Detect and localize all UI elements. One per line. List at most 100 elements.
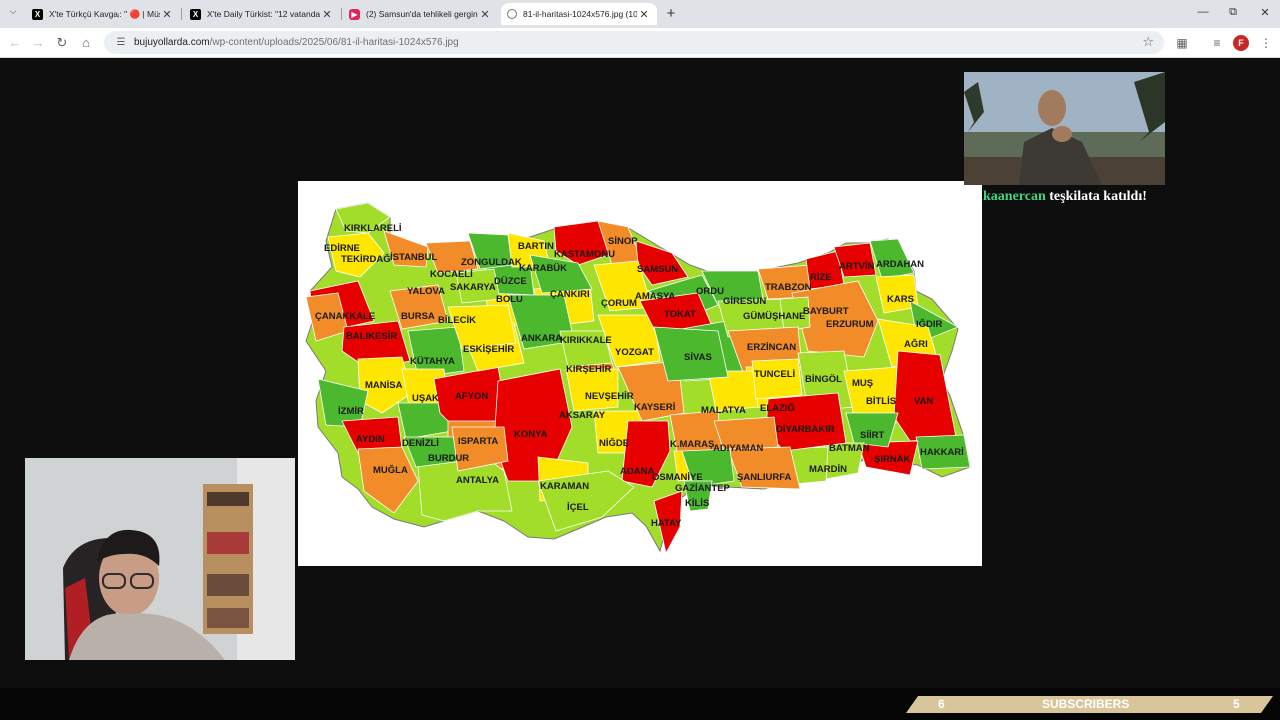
province-label: ZONGULDAK bbox=[461, 257, 522, 268]
province-label: KIRŞEHİR bbox=[566, 364, 612, 375]
province-label: ANTALYA bbox=[456, 475, 499, 486]
tab-2[interactable]: X X'te Daily Türkist: "12 vatandaşı ✕ bbox=[184, 3, 340, 25]
province-label: MUŞ bbox=[852, 378, 873, 389]
province-label: DENİZLİ bbox=[402, 438, 439, 449]
back-icon[interactable]: ← bbox=[6, 34, 24, 52]
site-info-icon[interactable]: ☰ bbox=[112, 37, 130, 48]
province-label: TRABZON bbox=[765, 282, 812, 293]
province-label: ÇANKIRI bbox=[550, 289, 590, 300]
close-icon[interactable]: ✕ bbox=[637, 8, 651, 21]
tab-strip: ⌵ X X'te Türkçü Kavgaᵢ: " 🔴 | Müstai ✕ X… bbox=[0, 0, 1280, 28]
province-label: KAYSERİ bbox=[634, 402, 675, 413]
province-label: KARS bbox=[887, 294, 914, 305]
tab-1[interactable]: X X'te Türkçü Kavgaᵢ: " 🔴 | Müstai ✕ bbox=[26, 3, 180, 25]
window-close-icon[interactable]: ✕ bbox=[1250, 6, 1280, 19]
province-label: MALATYA bbox=[701, 405, 746, 416]
new-tab-button[interactable]: + bbox=[662, 5, 680, 23]
province-label: HAKKARİ bbox=[920, 447, 964, 458]
tab-4-active[interactable]: 81-il-haritasi-1024x576.jpg (102 ✕ bbox=[501, 3, 657, 25]
province-label: BİNGÖL bbox=[805, 374, 842, 385]
province-label: YOZGAT bbox=[615, 347, 654, 358]
province-label: UŞAK bbox=[412, 393, 439, 404]
province-label: KARAMAN bbox=[540, 481, 589, 492]
province-label: ERZURUM bbox=[826, 319, 874, 330]
webcam-feed bbox=[25, 458, 295, 660]
province-label: KARABÜK bbox=[519, 263, 567, 274]
follower-alert-text: kaanercan teşkilata katıldı! bbox=[983, 189, 1147, 205]
province-label: DÜZCE bbox=[494, 276, 527, 287]
province-label: BİTLİS bbox=[866, 396, 896, 407]
alert-message: teşkilata katıldı! bbox=[1049, 189, 1147, 204]
province-label: AYDIN bbox=[356, 434, 385, 445]
tab-title: X'te Türkçü Kavgaᵢ: " 🔴 | Müstai bbox=[49, 8, 160, 19]
province-label: ÇANAKKALE bbox=[315, 311, 375, 322]
province-label: MUĞLA bbox=[373, 464, 408, 476]
province-label: BALIKESİR bbox=[346, 331, 397, 342]
province-label: ISPARTA bbox=[458, 436, 498, 447]
province-label: İZMİR bbox=[338, 406, 364, 417]
province-label: KIRKLARELİ bbox=[344, 223, 402, 234]
province-label: HATAY bbox=[651, 518, 682, 529]
province-label: ADANA bbox=[620, 466, 654, 477]
tab-title: 81-il-haritasi-1024x576.jpg (102 bbox=[523, 9, 637, 19]
province-label: ANKARA bbox=[521, 333, 562, 344]
menu-kebab-icon[interactable]: ⋮ bbox=[1258, 35, 1274, 51]
province-label: GÜMÜŞHANE bbox=[743, 311, 805, 322]
turkey-provinces-map-image: KIRKLARELİ EDİRNE TEKİRDAĞ İSTANBUL KOCA… bbox=[298, 181, 982, 566]
province-label: ADIYAMAN bbox=[713, 443, 763, 454]
forward-icon[interactable]: → bbox=[29, 34, 47, 52]
bookmark-star-icon[interactable]: ☆ bbox=[1142, 34, 1154, 50]
youtube-icon: ▶ bbox=[349, 8, 360, 20]
province-label: İSTANBUL bbox=[390, 252, 438, 263]
url-domain: bujuyollarda.com bbox=[134, 37, 210, 48]
province-label: KIRIKKALE bbox=[560, 335, 612, 346]
restore-icon[interactable]: ⧉ bbox=[1218, 6, 1248, 19]
province-label: GİRESUN bbox=[723, 296, 766, 307]
province-label: DİYARBAKIR bbox=[776, 424, 835, 435]
province-label: ERZİNCAN bbox=[747, 342, 796, 353]
province-label: BAYBURT bbox=[803, 306, 849, 317]
province-label: RİZE bbox=[810, 272, 832, 283]
media-controls-icon[interactable]: ≡ bbox=[1209, 35, 1225, 51]
tab-3[interactable]: ▶ (2) Samsun'da tehlikeli gerginlik ✕ bbox=[343, 3, 498, 25]
province-label: BARTIN bbox=[518, 241, 554, 252]
province-label: ELAZIĞ bbox=[760, 402, 795, 414]
province-label: ORDU bbox=[696, 286, 724, 297]
tab-search-chevron-icon[interactable]: ⌵ bbox=[6, 6, 20, 20]
province-label: SİNOP bbox=[608, 236, 638, 247]
close-icon[interactable]: ✕ bbox=[160, 8, 174, 21]
province-label: OSMANİYE bbox=[652, 472, 703, 483]
subscriber-left-count: 6 bbox=[938, 697, 945, 711]
province-label: TEKİRDAĞ bbox=[341, 253, 391, 265]
province-label: AMASYA bbox=[635, 291, 675, 302]
browser-toolbar: ← → ↻ ⌂ ☰ bujuyollarda.com/wp-content/up… bbox=[0, 28, 1280, 58]
province-label: VAN bbox=[914, 396, 933, 407]
alert-username: kaanercan bbox=[983, 189, 1046, 204]
province-label: MARDİN bbox=[809, 464, 847, 475]
province-label: SİİRT bbox=[860, 430, 884, 441]
extensions-icon[interactable]: ▦ bbox=[1174, 35, 1190, 51]
profile-avatar-icon[interactable]: F bbox=[1233, 35, 1249, 51]
province-label: ARTVİN bbox=[839, 261, 875, 272]
province-label: NİĞDE bbox=[599, 437, 629, 449]
province-label: TUNCELİ bbox=[754, 369, 795, 380]
province-label: YALOVA bbox=[407, 286, 445, 297]
close-icon[interactable]: ✕ bbox=[320, 8, 334, 21]
province-label: GAZİANTEP bbox=[675, 483, 731, 494]
tab-title: X'te Daily Türkist: "12 vatandaşı bbox=[207, 9, 320, 19]
province-label: AFYON bbox=[455, 391, 488, 402]
x-logo-icon: X bbox=[32, 8, 43, 20]
alert-image bbox=[964, 72, 1165, 185]
address-bar[interactable]: ☰ bujuyollarda.com/wp-content/uploads/20… bbox=[104, 31, 1164, 54]
subscriber-label: SUBSCRIBERS bbox=[1042, 697, 1130, 711]
province-label: İÇEL bbox=[567, 502, 589, 513]
province-label: TOKAT bbox=[664, 309, 696, 320]
subscriber-right-count: 5 bbox=[1233, 697, 1240, 711]
home-icon[interactable]: ⌂ bbox=[77, 34, 95, 52]
close-icon[interactable]: ✕ bbox=[478, 8, 492, 21]
province-label: IĞDIR bbox=[916, 318, 943, 330]
minimize-icon[interactable]: — bbox=[1188, 6, 1218, 18]
province-label: AKSARAY bbox=[559, 410, 606, 421]
turkey-map: KIRKLARELİ EDİRNE TEKİRDAĞ İSTANBUL KOCA… bbox=[305, 202, 971, 555]
reload-icon[interactable]: ↻ bbox=[53, 34, 71, 52]
